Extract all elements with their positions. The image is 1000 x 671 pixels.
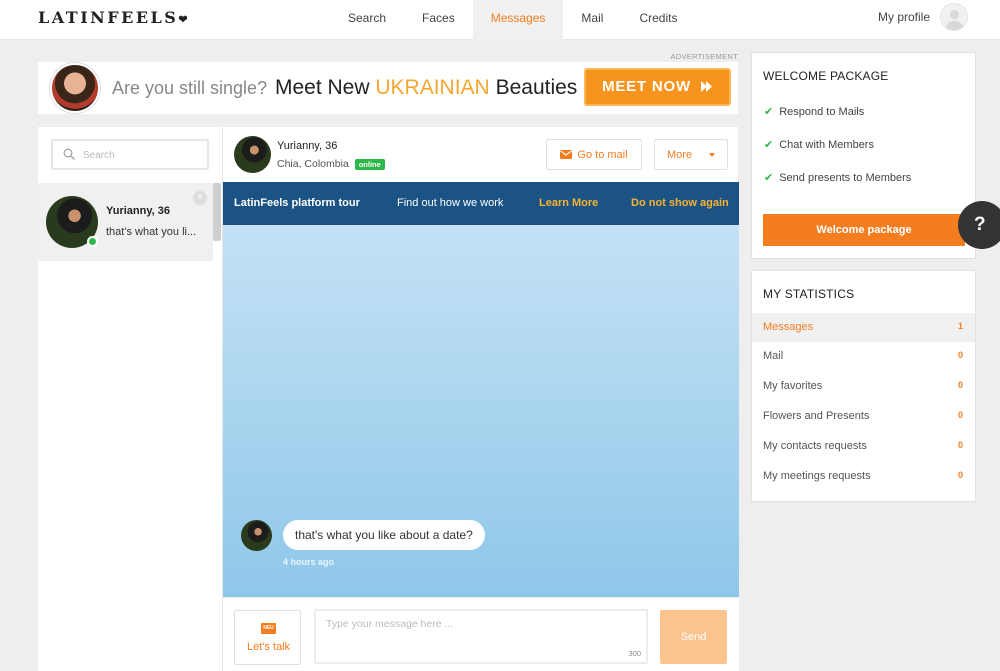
conversation-contact-name: Yurianny, 36	[106, 205, 170, 217]
contact-avatar[interactable]	[234, 136, 271, 173]
top-navigation-bar: LATINFEELS❤ Search Faces Messages Mail C…	[0, 0, 1000, 40]
checkmark-icon: ✔	[764, 139, 774, 151]
stat-row-mail[interactable]: Mail 0	[752, 342, 975, 371]
do-not-show-again-link[interactable]: Do not show again	[631, 197, 729, 209]
nav-item-credits[interactable]: Credits	[621, 0, 695, 40]
online-status-dot	[87, 236, 98, 247]
lets-talk-label: Let's talk	[246, 641, 291, 653]
contact-name[interactable]: Yurianny, 36	[277, 140, 337, 152]
chat-panel: Yurianny, 36 Chia, Colombia online Go to…	[222, 127, 739, 671]
stat-count: 0	[957, 410, 963, 420]
stat-row-messages[interactable]: Messages 1	[752, 313, 975, 342]
message-sender-avatar	[241, 520, 272, 551]
stat-row-contact-requests[interactable]: My contacts requests 0	[752, 432, 975, 461]
stat-count: 0	[957, 380, 963, 390]
checkmark-icon: ✔	[764, 172, 774, 184]
logo-text: LATINFEELS	[38, 8, 179, 27]
perk-label: Respond to Mails	[779, 106, 865, 118]
message-input-box[interactable]: 300	[314, 609, 648, 664]
envelope-icon	[560, 150, 573, 159]
ad-question: Are you still single?	[112, 78, 268, 98]
profile-menu[interactable]: My profile	[878, 3, 968, 31]
message-composer: NEU Let's talk 300 Send	[223, 597, 739, 671]
profile-label: My profile	[877, 10, 930, 24]
stat-label: My meetings requests	[763, 470, 871, 482]
send-button[interactable]: Send	[660, 610, 727, 664]
chevron-down-icon	[709, 153, 715, 157]
statistics-panel: MY STATISTICS Messages 1 Mail 0 My favor…	[751, 270, 976, 502]
search-input[interactable]	[83, 146, 203, 164]
more-label: More	[667, 149, 693, 161]
logo[interactable]: LATINFEELS❤	[38, 8, 190, 27]
ad-headline-post: Beauties	[495, 76, 578, 99]
statistics-title: MY STATISTICS	[763, 287, 855, 301]
nav-item-faces[interactable]: Faces	[404, 0, 473, 40]
perk-item: ✔ Respond to Mails	[764, 105, 864, 118]
meet-now-label: MEET NOW	[602, 78, 691, 95]
tour-title: LatinFeels platform tour	[234, 197, 360, 209]
message-bubble: that's what you like about a date?	[283, 520, 485, 550]
stat-label: Messages	[763, 321, 814, 333]
perk-item: ✔ Send presents to Members	[764, 171, 911, 184]
stat-count: 0	[957, 440, 963, 450]
user-avatar-icon	[940, 3, 968, 31]
contact-location: Chia, Colombia	[277, 158, 349, 170]
conversation-snippet: that's what you li...	[106, 226, 197, 238]
online-badge: online	[354, 158, 385, 170]
checkmark-icon: ✔	[764, 106, 774, 118]
stat-row-meeting-requests[interactable]: My meetings requests 0	[752, 462, 975, 491]
nav-item-mail[interactable]: Mail	[563, 0, 621, 40]
welcome-package-title: WELCOME PACKAGE	[763, 69, 889, 83]
conversation-item[interactable]: Yurianny, 36 that's what you li... ×	[38, 183, 213, 261]
conversation-scrollbar[interactable]	[213, 183, 221, 241]
contact-location-line: Chia, Colombia online	[277, 158, 385, 170]
double-chevron-right-icon	[700, 81, 712, 92]
ad-photo	[50, 63, 100, 113]
search-icon	[63, 148, 75, 160]
welcome-package-button[interactable]: Welcome package	[763, 214, 965, 246]
nav-item-search[interactable]: Search	[330, 0, 404, 40]
main-nav: Search Faces Messages Mail Credits	[330, 0, 695, 40]
conversation-list: Yurianny, 36 that's what you li... ×	[38, 127, 222, 671]
help-button[interactable]: ?	[958, 201, 1000, 249]
character-counter: 300	[628, 649, 641, 658]
welcome-package-panel: WELCOME PACKAGE ✔ Respond to Mails ✔ Chat …	[751, 52, 976, 259]
message-thread[interactable]: that's what you like about a date? 4 hou…	[223, 225, 739, 597]
ad-headline-pre: Meet New	[275, 76, 370, 99]
stat-label: My favorites	[763, 380, 823, 392]
stat-row-flowers-presents[interactable]: Flowers and Presents 0	[752, 402, 975, 431]
message-timestamp: 4 hours ago	[283, 557, 335, 567]
advertisement-banner[interactable]: Are you still single? Meet New UKRAINIAN…	[38, 62, 738, 114]
stat-label: Flowers and Presents	[763, 410, 870, 422]
lets-talk-button[interactable]: NEU Let's talk	[234, 610, 301, 665]
ad-headline-highlight: UKRAINIAN	[375, 76, 490, 99]
perk-item: ✔ Chat with Members	[764, 138, 874, 151]
more-dropdown[interactable]: More	[654, 139, 728, 170]
tour-text: Find out how we work	[397, 197, 504, 209]
message-input[interactable]	[326, 618, 636, 650]
perk-label: Chat with Members	[779, 139, 874, 151]
stat-label: Mail	[763, 350, 784, 362]
stat-label: My contacts requests	[763, 440, 867, 452]
nav-item-messages[interactable]: Messages	[472, 0, 564, 40]
learn-more-link[interactable]: Learn More	[539, 197, 598, 209]
close-icon[interactable]: ×	[193, 191, 207, 205]
go-to-mail-label: Go to mail	[577, 148, 628, 161]
go-to-mail-button[interactable]: Go to mail	[546, 139, 642, 170]
advertisement-label: ADVERTISEMENT	[670, 52, 738, 61]
stat-count: 1	[957, 321, 963, 331]
meet-now-button[interactable]: MEET NOW	[584, 68, 731, 106]
ad-headline: Meet New UKRAINIAN Beauties	[275, 76, 577, 100]
new-badge: NEU	[261, 623, 276, 634]
perk-label: Send presents to Members	[779, 172, 912, 184]
chat-header: Yurianny, 36 Chia, Colombia online Go to…	[223, 127, 739, 182]
heart-icon: ❤	[178, 13, 191, 26]
conversation-search[interactable]	[51, 139, 209, 170]
stat-count: 0	[957, 470, 963, 480]
stat-row-favorites[interactable]: My favorites 0	[752, 372, 975, 401]
platform-tour-banner: LatinFeels platform tour Find out how we…	[223, 182, 739, 225]
stat-count: 0	[957, 350, 963, 360]
